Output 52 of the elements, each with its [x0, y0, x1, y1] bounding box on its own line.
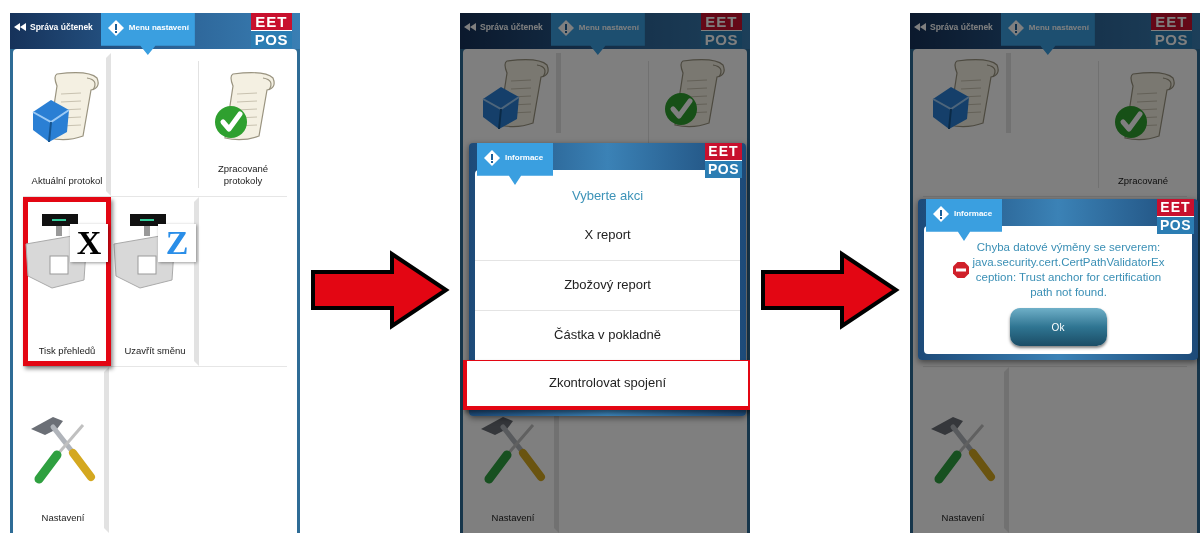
logo-word: EET [1156, 199, 1194, 216]
tile-label: Uzavřít směnu [123, 345, 187, 357]
menu-tile[interactable]: Zpracované [1099, 53, 1187, 196]
menu-option[interactable]: Zbožový report [475, 259, 740, 310]
error-message-line: ception: Trust anchor for certification [975, 270, 1162, 285]
error-message-line: java.security.cert.CertPathValidatorEx [972, 255, 1165, 270]
logo-word: POS [700, 30, 742, 48]
info-icon [1006, 19, 1025, 37]
back-button[interactable]: Správa účtenek [910, 13, 993, 41]
menu-option[interactable]: Částka v pokladně [475, 309, 740, 360]
hammer-and-screwdriver-icon [479, 414, 547, 486]
tile-label: Zpracované protokoly [216, 163, 270, 187]
menu-option[interactable]: X report [475, 209, 740, 260]
menu-tile[interactable]: Nastavení [917, 367, 1009, 533]
rewind-icon [914, 23, 926, 31]
rewind-icon [14, 23, 26, 31]
tile-label: Zpracované [1116, 175, 1170, 187]
warning-icon [483, 149, 501, 167]
menu-tile[interactable]: Nastavení [17, 367, 109, 533]
ok-button[interactable]: Ok [1009, 308, 1107, 346]
logo-word: POS [1150, 30, 1192, 48]
tile-label: Aktuální protokol [30, 175, 104, 187]
warning-icon [932, 205, 950, 223]
error-message-line: Chyba datové výměny se serverem: [976, 240, 1161, 255]
back-button[interactable]: Správa účtenek [10, 13, 93, 41]
tile-label: Nastavení [490, 512, 536, 524]
report-letter: X [70, 224, 108, 262]
tile-label: Nastavení [40, 512, 86, 524]
logo-word: POS [704, 160, 742, 178]
report-letter: Z [158, 224, 196, 262]
menu-tile[interactable]: X Tisk přehledů [23, 197, 111, 366]
stop-icon [951, 261, 970, 279]
error-message-line: path not found. [1030, 285, 1107, 300]
logo-word: EET [250, 13, 292, 30]
menu-tile[interactable]: Zpracované protokoly [199, 53, 287, 196]
hammer-and-screwdriver-icon [29, 414, 97, 486]
menu-tile[interactable]: Z Uzavřít směnu [111, 197, 199, 366]
menu-tile[interactable]: Aktuální protokol [23, 53, 111, 196]
logo-word: POS [1156, 216, 1194, 234]
back-button[interactable]: Správa účtenek [460, 13, 543, 41]
tile-label: Nastavení [940, 512, 986, 524]
logo-word: EET [1150, 13, 1192, 30]
hammer-and-screwdriver-icon [929, 414, 997, 486]
tile-label: Tisk přehledů [37, 345, 97, 357]
info-icon [556, 19, 575, 37]
logo-word: POS [250, 30, 292, 48]
rewind-icon [464, 23, 476, 31]
logo-word: EET [704, 143, 742, 160]
dialog-heading: Vyberte akci [570, 187, 645, 205]
info-icon [106, 19, 125, 37]
logo-word: EET [700, 13, 742, 30]
menu-option[interactable]: Zkontrolovat spojení [463, 359, 750, 410]
